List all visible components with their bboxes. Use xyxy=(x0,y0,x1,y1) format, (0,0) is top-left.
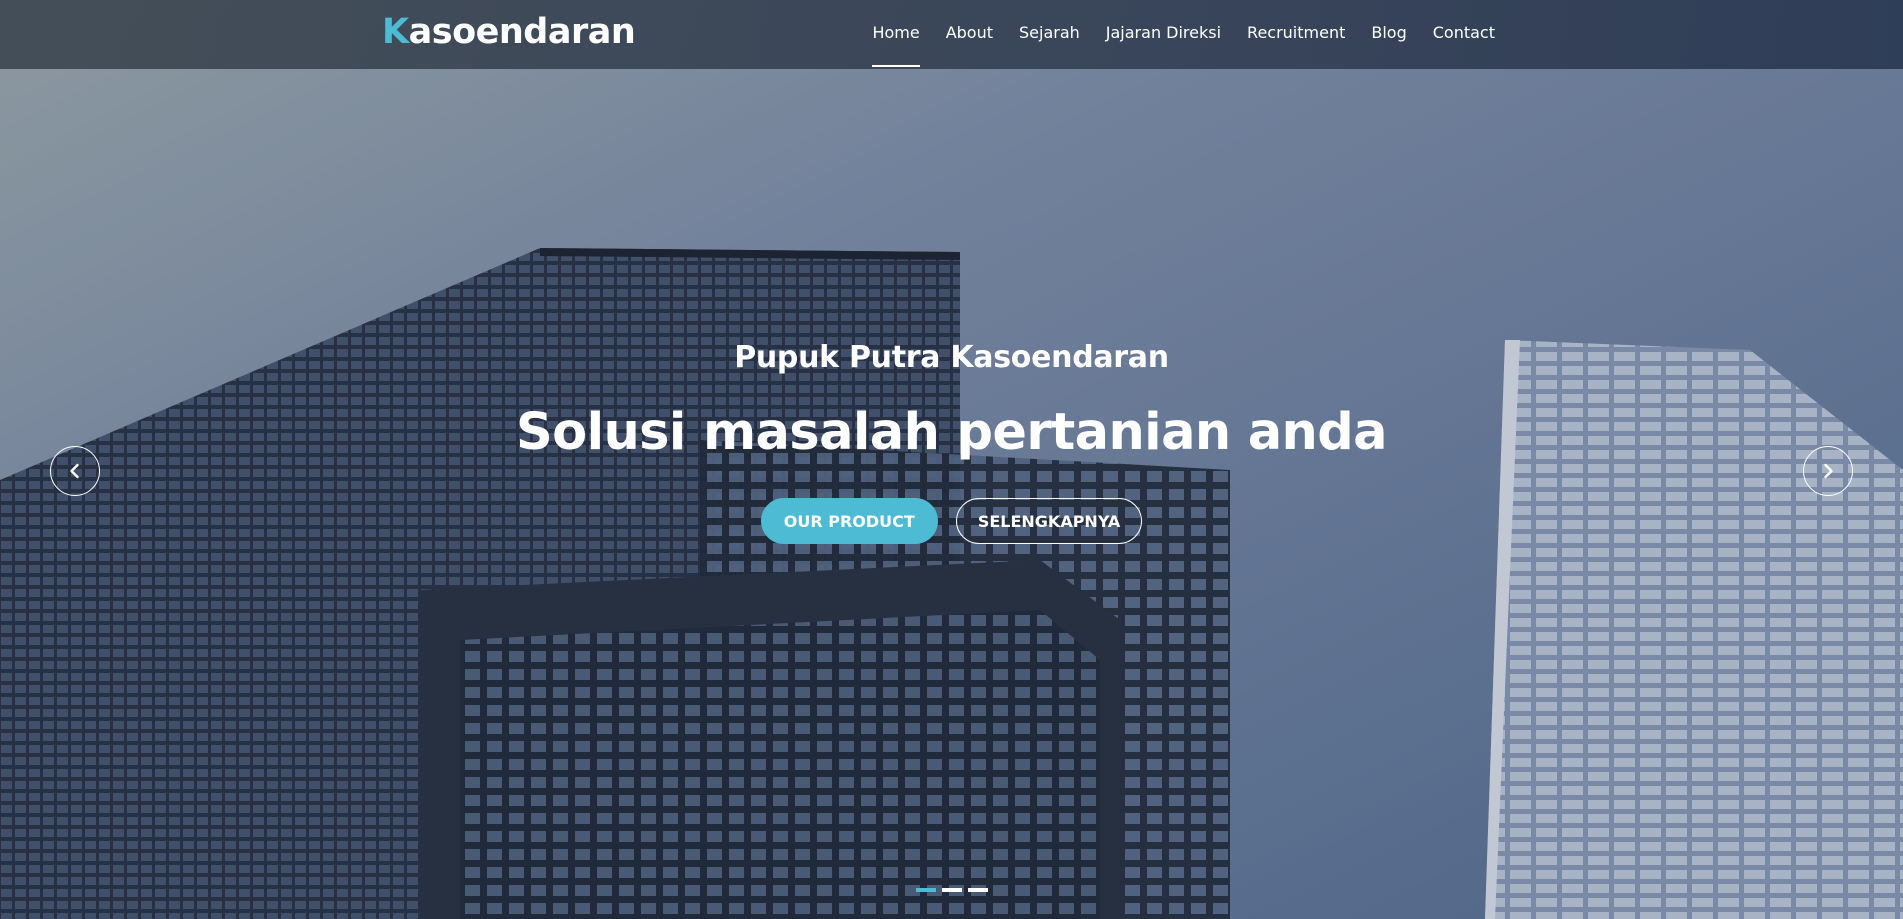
nav-about[interactable]: About xyxy=(933,0,1006,69)
hero-carousel: Pupuk Putra Kasoendaran Solusi masalah p… xyxy=(0,0,1903,919)
nav-contact[interactable]: Contact xyxy=(1420,0,1508,69)
our-product-button[interactable]: OUR PRODUCT xyxy=(760,498,938,544)
chevron-right-icon xyxy=(1824,463,1833,479)
hero-title: Solusi masalah pertanian anda xyxy=(516,403,1388,462)
brand-logo-accent: K xyxy=(382,12,409,52)
navbar: Kasoendaran Home About Sejarah Jajaran D… xyxy=(0,0,1903,69)
hero-subtitle: Pupuk Putra Kasoendaran xyxy=(734,340,1169,375)
selengkapnya-button[interactable]: SELENGKAPNYA xyxy=(955,498,1143,544)
brand-logo-text: asoendaran xyxy=(408,12,636,52)
nav-blog[interactable]: Blog xyxy=(1358,0,1419,69)
main-nav: Home About Sejarah Jajaran Direksi Recru… xyxy=(859,0,1508,69)
nav-recruitment[interactable]: Recruitment xyxy=(1234,0,1358,69)
carousel-indicator[interactable] xyxy=(916,888,936,892)
carousel-indicators xyxy=(916,888,988,892)
hero-buttons: OUR PRODUCT SELENGKAPNYA xyxy=(0,498,1903,544)
chevron-left-icon xyxy=(70,463,79,479)
carousel-indicator[interactable] xyxy=(968,888,988,892)
brand-logo[interactable]: Kasoendaran xyxy=(382,12,636,52)
carousel-next-button[interactable] xyxy=(1803,446,1853,496)
carousel-prev-button[interactable] xyxy=(50,446,100,496)
nav-sejarah[interactable]: Sejarah xyxy=(1006,0,1093,69)
nav-home[interactable]: Home xyxy=(859,0,932,69)
nav-jajaran-direksi[interactable]: Jajaran Direksi xyxy=(1093,0,1234,69)
hero-content: Pupuk Putra Kasoendaran Solusi masalah p… xyxy=(0,340,1903,544)
carousel-indicator[interactable] xyxy=(942,888,962,892)
